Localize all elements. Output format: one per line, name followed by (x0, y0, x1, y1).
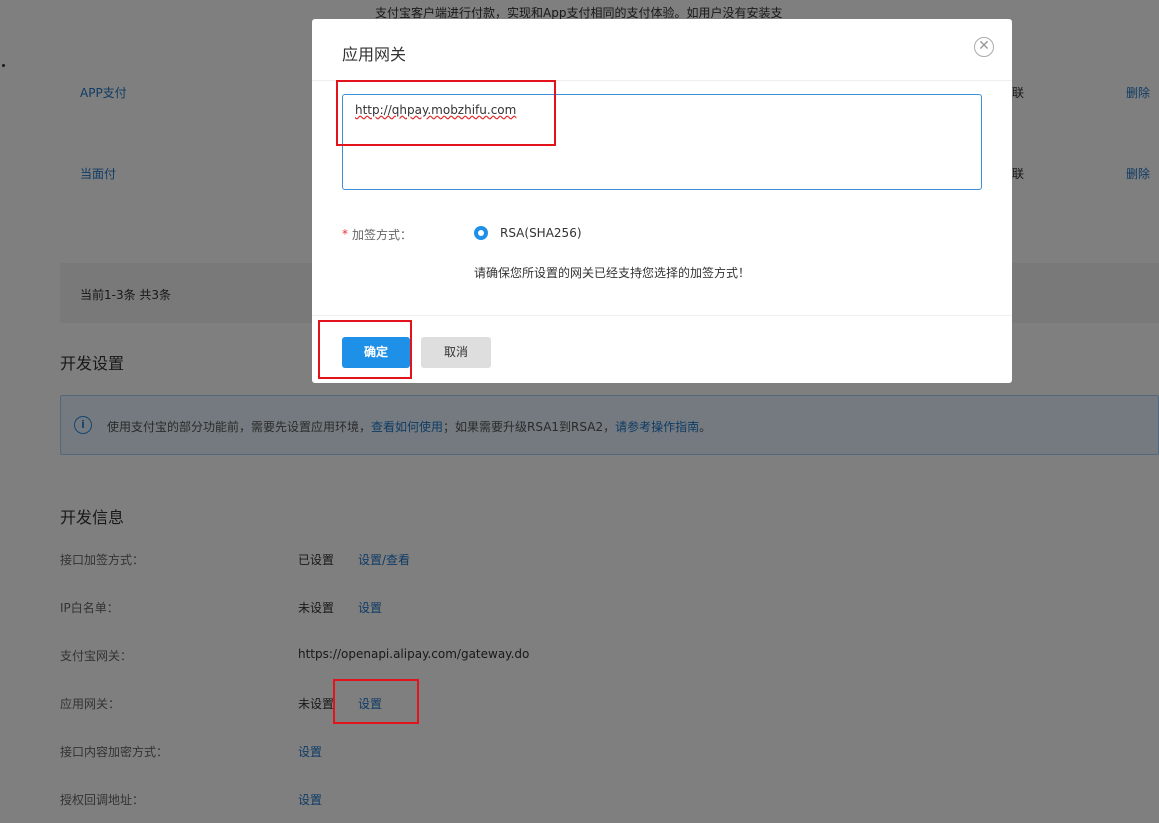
highlight-box-gateway-input (336, 80, 556, 146)
cancel-button[interactable]: 取消 (421, 337, 491, 368)
highlight-box-confirm (318, 320, 412, 379)
sign-method-field-label: 加签方式： (352, 228, 413, 242)
required-mark: * (342, 227, 348, 241)
close-circle-icon[interactable]: ✕ (974, 37, 994, 57)
dialog-footer-divider (312, 315, 1012, 316)
highlight-box-app-gateway-set (333, 679, 419, 724)
dialog-title: 应用网关 (342, 45, 407, 64)
sign-method-hint: 请确保您所设置的网关已经支持您选择的加签方式！ (474, 266, 751, 280)
rsa-sha256-radio[interactable] (474, 226, 488, 240)
rsa-sha256-label[interactable]: RSA(SHA256) (500, 226, 582, 240)
app-gateway-dialog: 应用网关 ✕ * 加签方式： RSA(SHA256) 请确保您所设置的网关已经支… (312, 19, 1012, 383)
